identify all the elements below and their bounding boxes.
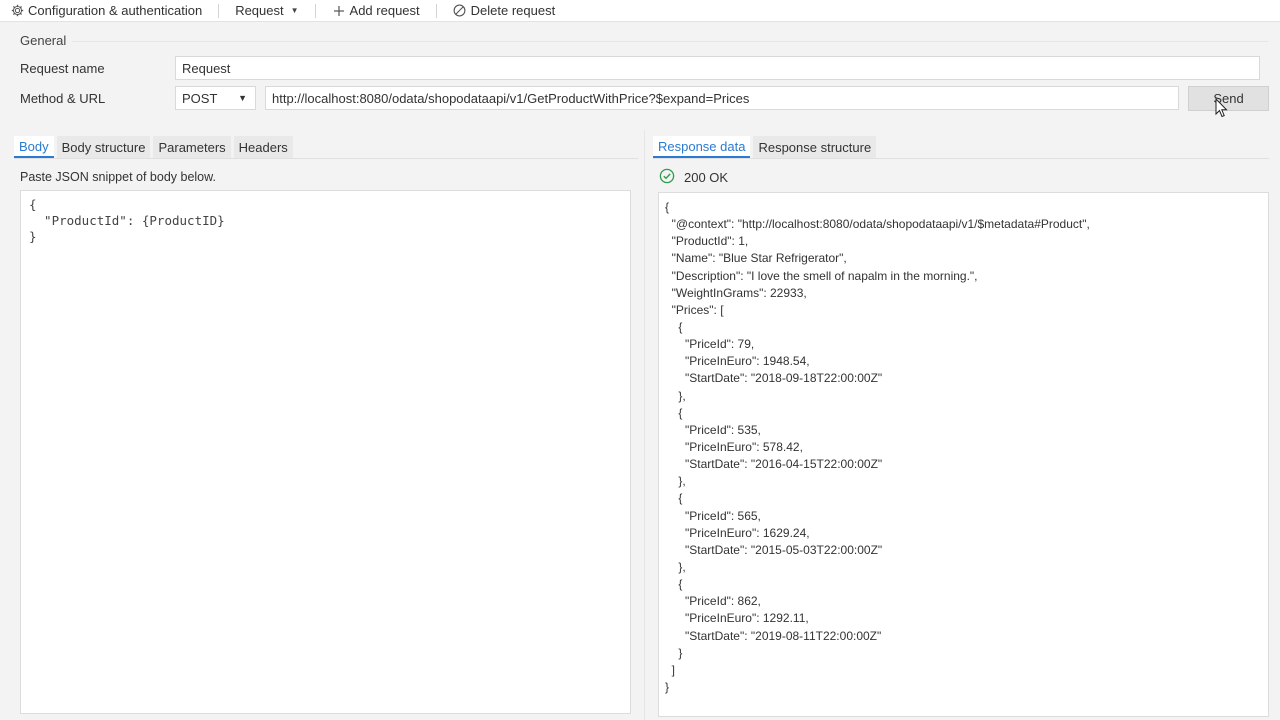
tab-parameters[interactable]: Parameters bbox=[153, 136, 231, 158]
caret-down-icon: ▼ bbox=[238, 93, 247, 103]
response-line: "PriceId": 862, bbox=[665, 594, 761, 609]
delete-request-button[interactable]: Delete request bbox=[453, 0, 556, 22]
response-line: "PriceId": 535, bbox=[665, 422, 761, 437]
response-line: "StartDate": "2019-08-11T22:00:00Z" bbox=[665, 628, 882, 643]
body-line: { bbox=[29, 197, 37, 212]
response-line: { bbox=[665, 491, 683, 506]
response-line: "Prices": [ bbox=[665, 302, 724, 317]
request-name-value: Request bbox=[182, 60, 231, 76]
toolbar-separator bbox=[314, 3, 316, 18]
check-circle-icon bbox=[659, 168, 675, 187]
response-line: "PriceId": 79, bbox=[665, 337, 755, 352]
url-value: http://localhost:8080/odata/shopodataapi… bbox=[272, 90, 750, 106]
response-line: }, bbox=[665, 474, 686, 489]
response-line: "Name": "Blue Star Refrigerator", bbox=[665, 251, 847, 266]
response-line: "PriceInEuro": 578.42, bbox=[665, 439, 803, 454]
response-line: "PriceId": 565, bbox=[665, 508, 761, 523]
tab-body[interactable]: Body bbox=[14, 136, 54, 158]
url-input[interactable]: http://localhost:8080/odata/shopodataapi… bbox=[265, 86, 1179, 110]
response-line: "PriceInEuro": 1292.11, bbox=[665, 611, 809, 626]
status-text: 200 OK bbox=[684, 170, 729, 185]
body-line: "ProductId": {ProductID} bbox=[29, 213, 225, 228]
response-line: { bbox=[665, 319, 683, 334]
tab-response-structure[interactable]: Response structure bbox=[753, 136, 877, 158]
response-status: 200 OK bbox=[659, 168, 728, 187]
method-url-label: Method & URL bbox=[20, 91, 106, 106]
request-menu-button[interactable]: Request ▼ bbox=[235, 0, 298, 22]
toolbar: Configuration & authentication Request ▼… bbox=[0, 0, 1280, 22]
response-line: "PriceInEuro": 1948.54, bbox=[665, 354, 810, 369]
response-tabs: Response data Response structure bbox=[653, 136, 877, 158]
toolbar-separator bbox=[218, 3, 220, 18]
response-line: }, bbox=[665, 559, 686, 574]
response-line: ] bbox=[665, 662, 676, 677]
response-line: { bbox=[665, 577, 683, 592]
configuration-authentication-label: Configuration & authentication bbox=[28, 3, 203, 18]
response-line: "WeightInGrams": 22933, bbox=[665, 285, 807, 300]
response-line: "PriceInEuro": 1629.24, bbox=[665, 525, 810, 540]
delete-request-label: Delete request bbox=[470, 3, 556, 18]
prohibit-icon bbox=[453, 4, 467, 18]
send-button[interactable]: Send bbox=[1188, 86, 1269, 111]
request-name-label: Request name bbox=[20, 61, 105, 76]
response-line: }, bbox=[665, 388, 686, 403]
method-select[interactable]: POST ▼ bbox=[175, 86, 256, 110]
panel-divider bbox=[644, 130, 645, 720]
response-line: "StartDate": "2016-04-15T22:00:00Z" bbox=[665, 457, 883, 472]
general-section-label: General bbox=[20, 33, 67, 48]
response-line: { bbox=[665, 200, 670, 214]
response-line: "StartDate": "2018-09-18T22:00:00Z" bbox=[665, 371, 883, 386]
tab-response-data[interactable]: Response data bbox=[653, 136, 751, 158]
body-editor[interactable]: { "ProductId": {ProductID}} bbox=[20, 190, 631, 714]
response-line: "@context": "http://localhost:8080/odata… bbox=[665, 217, 1090, 232]
response-line: "Description": "I love the smell of napa… bbox=[665, 268, 978, 283]
section-divider bbox=[72, 41, 1268, 42]
tabs-divider bbox=[14, 158, 638, 159]
response-line: } bbox=[665, 645, 683, 660]
request-name-field[interactable]: Request bbox=[175, 56, 1260, 80]
mouse-cursor-icon bbox=[1215, 97, 1228, 121]
tab-headers[interactable]: Headers bbox=[233, 136, 293, 158]
body-line: } bbox=[29, 229, 37, 244]
add-request-button[interactable]: Add request bbox=[332, 0, 420, 22]
body-tabs: Body Body structure Parameters Headers bbox=[14, 136, 293, 158]
body-hint: Paste JSON snippet of body below. bbox=[20, 170, 216, 184]
response-body: { "@context": "http://localhost:8080/oda… bbox=[658, 192, 1269, 717]
add-request-label: Add request bbox=[349, 3, 420, 18]
method-value: POST bbox=[182, 90, 218, 106]
tabs-divider bbox=[653, 158, 1269, 159]
request-menu-label: Request bbox=[235, 3, 284, 18]
plus-icon bbox=[332, 4, 346, 18]
gear-icon bbox=[10, 4, 24, 18]
response-line: "StartDate": "2015-05-03T22:00:00Z" bbox=[665, 542, 883, 557]
response-line: "ProductId": 1, bbox=[665, 234, 749, 249]
configuration-authentication-button[interactable]: Configuration & authentication bbox=[10, 0, 202, 22]
response-line: { bbox=[665, 405, 683, 420]
tab-body-structure[interactable]: Body structure bbox=[56, 136, 151, 158]
caret-down-icon: ▼ bbox=[290, 6, 299, 15]
toolbar-separator bbox=[435, 3, 437, 18]
response-line: } bbox=[665, 679, 670, 694]
